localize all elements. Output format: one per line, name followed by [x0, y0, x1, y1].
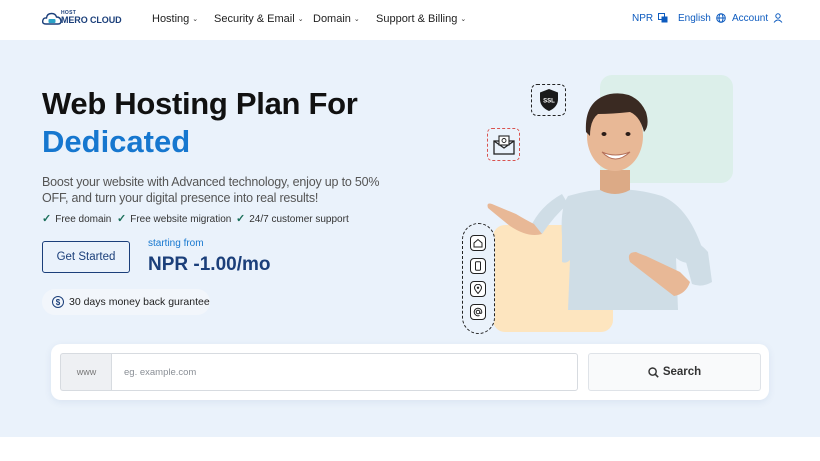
search-prefix-www: www: [60, 353, 112, 391]
starting-price: NPR -1.00/mo: [148, 254, 271, 275]
chevron-down-icon: ⌄: [460, 16, 467, 23]
account-label: Account: [732, 13, 769, 24]
hero-description: Boost your website with Advanced technol…: [42, 175, 380, 205]
check-icon: ✓: [42, 213, 52, 225]
money-back-label: 30 days money back gurantee: [69, 296, 210, 308]
language-label: English: [678, 13, 711, 24]
chevron-down-icon: ⌄: [353, 16, 360, 23]
currency-label: NPR: [632, 13, 654, 24]
top-navbar: HOST MERO CLOUD Hosting ⌄ Security & Emai…: [0, 0, 820, 40]
hero-title: Web Hosting Plan For: [42, 86, 358, 121]
translate-icon: [657, 13, 668, 23]
language-selector[interactable]: English: [678, 13, 726, 24]
chevron-down-icon: ⌄: [297, 16, 304, 23]
nav-support-billing[interactable]: Support & Billing ⌄: [376, 13, 466, 25]
chevron-down-icon: ⌄: [192, 16, 199, 23]
nav-support-billing-label: Support & Billing: [376, 13, 458, 25]
domain-search-input[interactable]: [111, 353, 578, 391]
nav-hosting-label: Hosting: [152, 13, 190, 25]
hero-person-illustration: [487, 93, 712, 310]
check-icon: ✓: [117, 213, 127, 225]
search-button[interactable]: Search: [588, 353, 761, 391]
nav-domain[interactable]: Domain ⌄: [313, 13, 360, 25]
dollar-coin-icon: $: [52, 296, 64, 308]
get-started-button[interactable]: Get Started: [42, 241, 130, 273]
nav-hosting[interactable]: Hosting ⌄: [152, 13, 198, 25]
search-icon: [648, 366, 659, 378]
feature-item: ✓ 24/7 customer support: [236, 212, 349, 225]
page-bottom-band: [0, 437, 820, 461]
feature-item: ✓ Free website migration: [117, 212, 231, 225]
user-icon: [773, 13, 783, 23]
currency-selector[interactable]: NPR: [632, 13, 668, 24]
feature-label: Free domain: [55, 214, 112, 225]
feature-label: 24/7 customer support: [249, 214, 349, 225]
nav-security-email[interactable]: Security & Email ⌄: [214, 13, 304, 25]
globe-icon: [715, 13, 726, 23]
check-icon: ✓: [236, 213, 246, 225]
account-link[interactable]: Account: [732, 13, 783, 24]
hero-title-highlight: Dedicated: [42, 124, 191, 159]
logo-brand-name: MERO CLOUD: [61, 15, 122, 25]
site-logo[interactable]: HOST MERO CLOUD: [42, 8, 122, 32]
nav-domain-label: Domain: [313, 13, 351, 25]
feature-label: Free website migration: [130, 214, 232, 225]
money-back-badge: $ 30 days money back gurantee: [42, 289, 210, 315]
nav-security-email-label: Security & Email: [214, 13, 295, 25]
starting-from-label: starting from: [148, 238, 204, 249]
feature-item: ✓ Free domain: [42, 212, 111, 225]
search-button-label: Search: [662, 366, 702, 378]
cloud-logo-icon: [42, 12, 62, 25]
